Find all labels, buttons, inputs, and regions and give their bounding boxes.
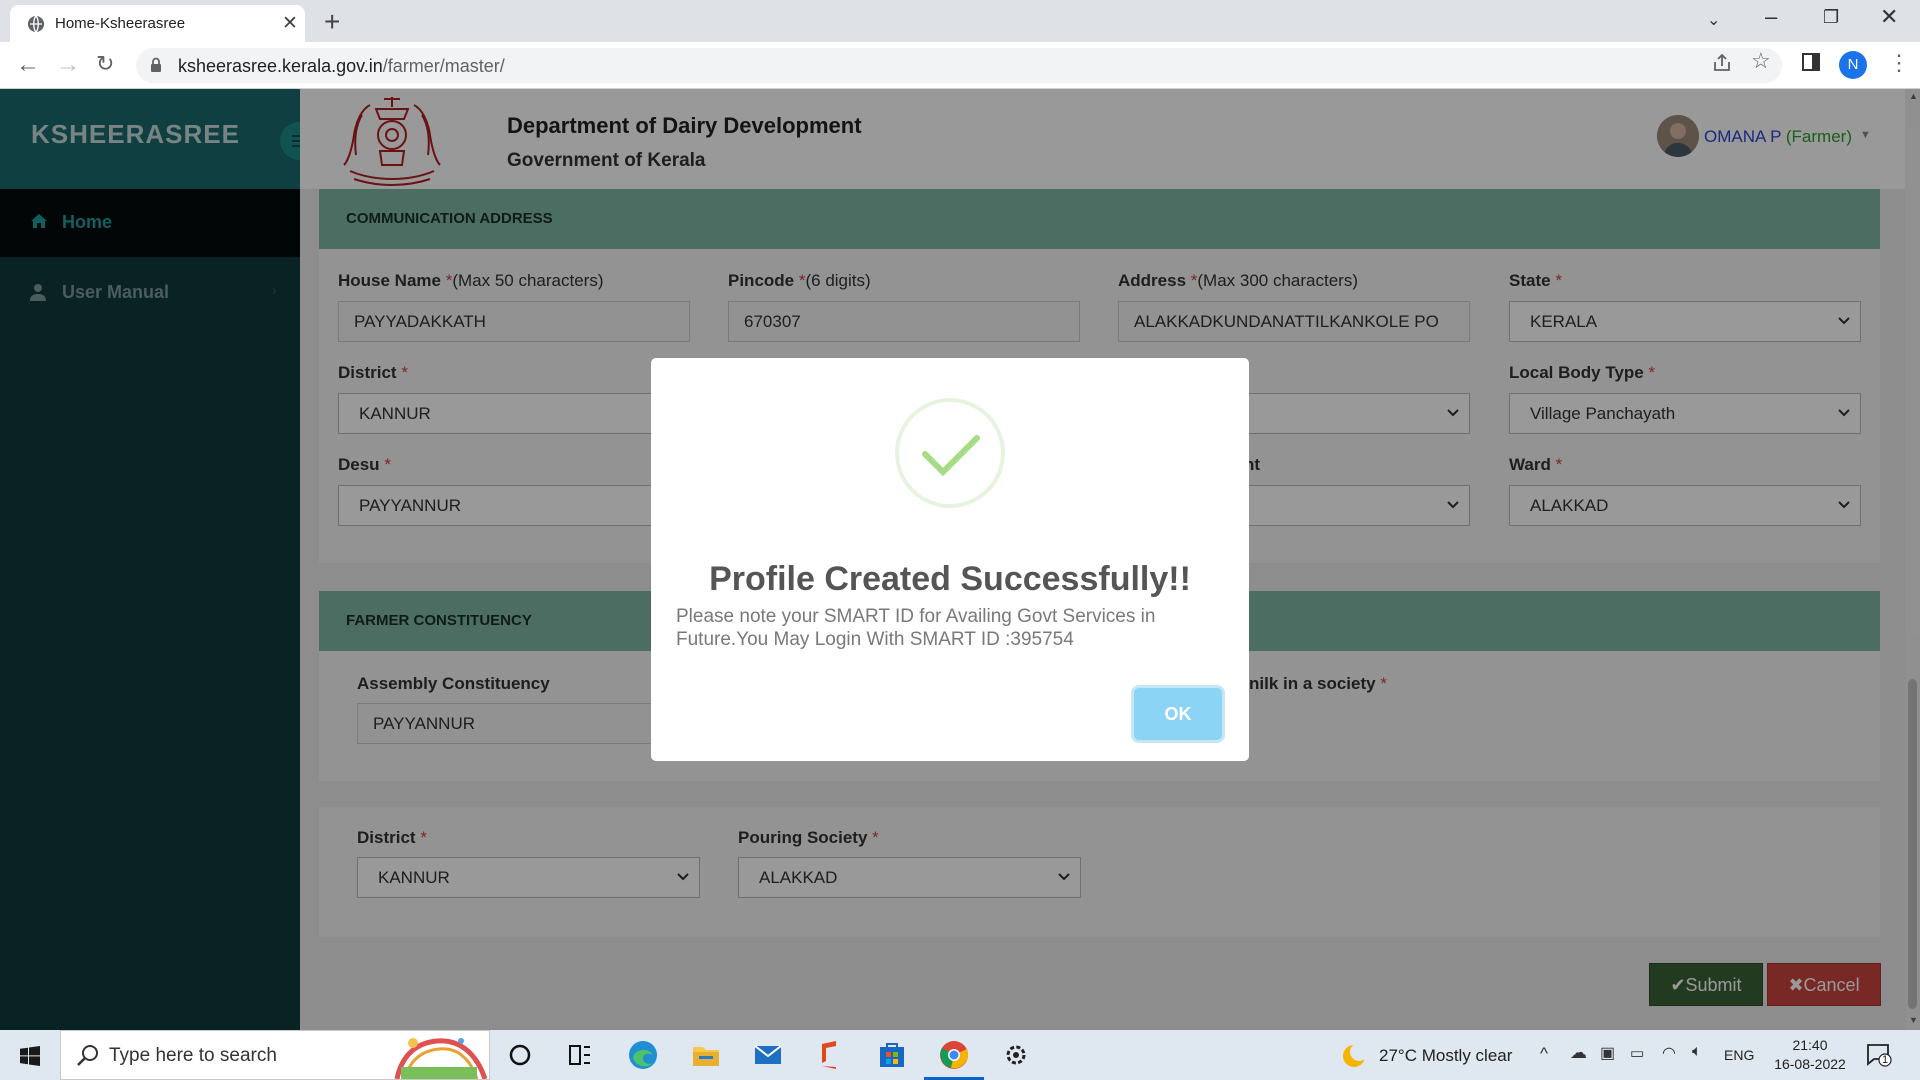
mail-icon[interactable] bbox=[752, 1039, 784, 1071]
success-check-icon bbox=[895, 398, 1005, 508]
minimize-icon[interactable]: – bbox=[1765, 4, 1777, 30]
browser-tab-bar: Home-Ksheerasree ✕ + ⌄ – ❐ ✕ bbox=[0, 0, 1920, 42]
forward-icon[interactable]: → bbox=[56, 51, 80, 79]
notification-count: 1 bbox=[1882, 1054, 1889, 1066]
tab-close-icon[interactable]: ✕ bbox=[282, 12, 298, 35]
globe-icon bbox=[28, 15, 44, 33]
battery-icon[interactable]: ▭ bbox=[1630, 1044, 1644, 1062]
dialog-message: Please note your SMART ID for Availing G… bbox=[676, 606, 1156, 650]
back-icon[interactable]: ← bbox=[16, 51, 40, 79]
side-panel-icon[interactable] bbox=[1802, 53, 1820, 71]
url-host: ksheerasree.kerala.gov.in bbox=[178, 56, 383, 76]
windows-start-icon[interactable] bbox=[20, 1046, 40, 1066]
windows-taskbar: Type here to search 27°C Mostly clear ^ … bbox=[0, 1030, 1920, 1080]
clock-date: 16-08-2022 bbox=[1774, 1056, 1846, 1072]
device-icon[interactable]: ▣ bbox=[1600, 1043, 1615, 1063]
bookmark-star-icon[interactable]: ☆ bbox=[1751, 48, 1771, 74]
volume-icon[interactable]: 🔈︎ bbox=[1692, 1043, 1702, 1061]
wifi-icon[interactable]: ◠ bbox=[1662, 1043, 1676, 1063]
weather-text[interactable]: 27°C Mostly clear bbox=[1379, 1046, 1512, 1066]
task-view-icon[interactable] bbox=[564, 1039, 596, 1071]
language-indicator[interactable]: ENG bbox=[1724, 1047, 1754, 1063]
office-icon[interactable] bbox=[814, 1039, 846, 1071]
restore-icon[interactable]: ❐ bbox=[1823, 7, 1839, 28]
url-path: /farmer/master/ bbox=[382, 56, 505, 76]
search-highlight-icon bbox=[394, 1038, 488, 1079]
chrome-icon[interactable] bbox=[938, 1039, 970, 1071]
address-bar: ← → ↻ ksheerasree.kerala.gov.in/farmer/m… bbox=[0, 42, 1920, 89]
tab-search-icon[interactable]: ⌄ bbox=[1707, 10, 1720, 30]
weather-moon-icon bbox=[1343, 1043, 1368, 1067]
web-page: KSHEERASREE Home User Manual › Departmen… bbox=[0, 89, 1920, 1030]
window-close-icon[interactable]: ✕ bbox=[1880, 4, 1898, 30]
store-icon[interactable] bbox=[876, 1039, 908, 1071]
share-icon[interactable] bbox=[1712, 53, 1732, 73]
settings-gear-icon[interactable] bbox=[1000, 1039, 1032, 1071]
reload-icon[interactable]: ↻ bbox=[96, 51, 114, 77]
browser-menu-icon[interactable]: ⋮ bbox=[1888, 50, 1910, 76]
cortana-icon[interactable] bbox=[504, 1039, 536, 1071]
lock-icon bbox=[151, 57, 161, 72]
search-icon bbox=[77, 1045, 98, 1066]
ok-button[interactable]: OK bbox=[1134, 688, 1222, 740]
dialog-title: Profile Created Successfully!! bbox=[709, 560, 1191, 598]
url-field[interactable]: ksheerasree.kerala.gov.in/farmer/master/ bbox=[136, 48, 1782, 83]
url-text: ksheerasree.kerala.gov.in/farmer/master/ bbox=[178, 56, 505, 77]
profile-avatar[interactable]: N bbox=[1839, 51, 1867, 79]
search-placeholder: Type here to search bbox=[109, 1045, 277, 1066]
success-dialog: Profile Created Successfully!! Please no… bbox=[651, 358, 1249, 761]
taskbar-search[interactable]: Type here to search bbox=[60, 1030, 490, 1080]
file-explorer-icon[interactable] bbox=[690, 1039, 722, 1071]
cloud-icon[interactable]: ☁ bbox=[1570, 1043, 1587, 1063]
chevron-up-icon[interactable]: ^ bbox=[1540, 1044, 1548, 1064]
browser-tab[interactable]: Home-Ksheerasree ✕ bbox=[10, 5, 305, 42]
new-tab-icon[interactable]: + bbox=[324, 6, 340, 38]
edge-browser-icon[interactable] bbox=[627, 1039, 659, 1071]
clock[interactable]: 21:40 16-08-2022 bbox=[1770, 1036, 1850, 1074]
clock-time: 21:40 bbox=[1792, 1037, 1828, 1053]
tab-title: Home-Ksheerasree bbox=[55, 15, 186, 32]
